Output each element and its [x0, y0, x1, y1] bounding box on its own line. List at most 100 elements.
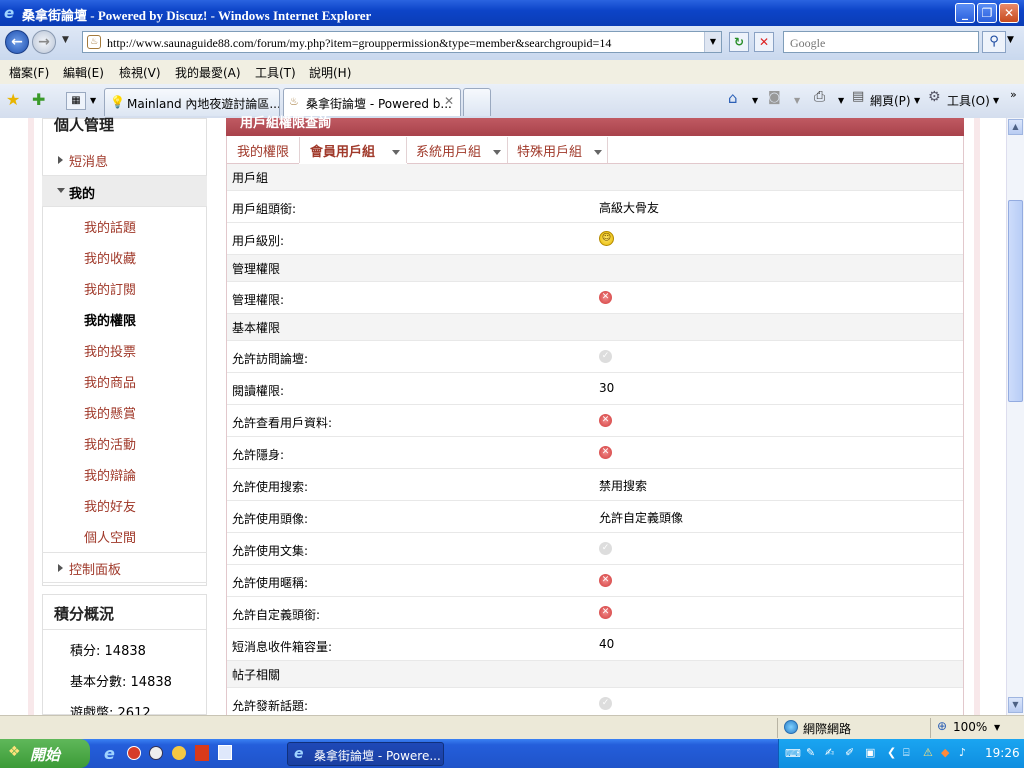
collapse-tray-icon[interactable]: ❮ [887, 746, 896, 759]
feeds-icon[interactable]: ◙ [768, 90, 781, 105]
vertical-scrollbar[interactable]: ▲ ▼ [1006, 118, 1024, 715]
refresh-button[interactable]: ↻ [729, 32, 749, 52]
chevron-down-icon[interactable] [493, 150, 501, 155]
search-options-dropdown[interactable]: ▼ [1007, 35, 1014, 45]
url-text[interactable]: http://www.saunaguide88.com/forum/my.php… [107, 36, 611, 51]
print-icon[interactable]: ⎙ [814, 89, 825, 105]
credits-title: 積分概況 [54, 605, 115, 623]
pen-icon[interactable]: ✎ [806, 746, 815, 759]
tab-special-groups[interactable]: 特殊用戶組 [517, 141, 582, 160]
no-icon: ✕ [599, 606, 612, 619]
sidebar-item-favorites[interactable]: 我的收藏 [84, 248, 136, 267]
permission-label: 管理權限: [232, 293, 285, 307]
sidebar-item-goods[interactable]: 我的商品 [84, 372, 136, 391]
tab-my-permissions[interactable]: 我的權限 [237, 141, 289, 160]
sidebar-item-permissions[interactable]: 我的權限 [84, 310, 136, 329]
new-tab-button[interactable] [463, 88, 491, 116]
scroll-up-icon[interactable]: ▲ [1008, 119, 1023, 135]
page-menu[interactable]: 網頁(P) [870, 92, 911, 109]
scroll-thumb[interactable] [1008, 200, 1023, 402]
chevron-down-icon[interactable] [392, 150, 400, 155]
menu-view[interactable]: 檢視(V) [119, 64, 161, 81]
network-tray-icon[interactable]: ⌸ [903, 746, 910, 760]
print-dropdown[interactable]: ▼ [838, 96, 844, 105]
zoom-level[interactable]: 100% [953, 720, 987, 734]
sidebar-item-mine[interactable]: 我的 [42, 176, 207, 207]
volume-tray-icon[interactable]: ♪ [959, 746, 966, 759]
back-button[interactable]: ← [5, 30, 29, 54]
credit-total: 積分: 14838 [70, 644, 146, 659]
sidebar-item-topics[interactable]: 我的話題 [84, 217, 136, 236]
zoom-dropdown[interactable]: ▼ [994, 723, 1000, 732]
menu-file[interactable]: 檔案(F) [9, 64, 49, 81]
sidebar-item-debates[interactable]: 我的辯論 [84, 465, 136, 484]
screen-tray-icon[interactable]: ▣ [865, 746, 875, 759]
no-icon: ✕ [599, 414, 612, 427]
tab-member-groups[interactable]: 會員用戶組 [310, 141, 375, 160]
section-row [227, 164, 963, 191]
minimize-button[interactable]: _ [955, 3, 975, 23]
ie-quicklaunch-icon[interactable]: e [104, 744, 115, 763]
permission-value: 高級大骨友 [599, 201, 660, 215]
sidebar-item-activities[interactable]: 我的活動 [84, 434, 136, 453]
menu-favorites[interactable]: 我的最愛(A) [175, 64, 241, 81]
sidebar-item-rewards[interactable]: 我的懸賞 [84, 403, 136, 422]
favorites-star-icon[interactable]: ★ [6, 90, 20, 109]
ime-icon[interactable]: ✍ [825, 746, 834, 759]
start-button[interactable]: ❖ 開始 [0, 739, 90, 768]
menu-help[interactable]: 說明(H) [309, 64, 351, 81]
address-dropdown[interactable]: ▼ [704, 32, 721, 52]
close-tab-icon[interactable]: ✕ [444, 94, 454, 108]
add-favorite-icon[interactable]: ✚ [32, 90, 45, 109]
sidebar-item-subscriptions[interactable]: 我的訂閱 [84, 279, 136, 298]
sidebar-item-polls[interactable]: 我的投票 [84, 341, 136, 360]
keyboard-icon[interactable]: ⌨ [785, 747, 801, 760]
zoom-icon[interactable]: ⊕ [937, 719, 947, 733]
sidebar-item-control-panel[interactable]: 控制面板 [42, 552, 207, 583]
address-bar[interactable]: ♨ http://www.saunaguide88.com/forum/my.p… [82, 31, 722, 53]
tab-system-groups[interactable]: 系統用戶組 [416, 141, 481, 160]
stop-button[interactable]: ✕ [754, 32, 774, 52]
sidebar-item-space[interactable]: 個人空間 [84, 527, 136, 546]
more-commands-icon[interactable]: » [1010, 88, 1017, 101]
home-icon[interactable]: ⌂ [728, 89, 738, 107]
recent-pages-dropdown[interactable]: ▼ [62, 35, 69, 45]
sidebar-item-pm[interactable]: 短消息 [42, 145, 207, 176]
search-icon[interactable]: ⚲ [982, 31, 1006, 53]
restore-button[interactable]: ❐ [977, 3, 997, 23]
permission-row [227, 223, 963, 255]
search-input[interactable] [788, 33, 972, 53]
permission-row [227, 629, 963, 661]
taskbar-window-button[interactable]: e 桑拿街論壇 - Powere... [287, 742, 444, 766]
tools-menu[interactable]: 工具(O) [947, 92, 990, 109]
divider [930, 718, 931, 738]
security-tray-icon[interactable]: ◆ [941, 746, 949, 759]
chevron-down-icon[interactable] [594, 150, 602, 155]
player-quicklaunch-icon[interactable] [149, 746, 163, 760]
scroll-down-icon[interactable]: ▼ [1008, 697, 1023, 713]
messenger-quicklaunch-icon[interactable] [172, 746, 186, 760]
tab-list-dropdown[interactable]: ▼ [90, 96, 96, 105]
home-dropdown[interactable]: ▼ [752, 96, 758, 105]
app-quicklaunch-icon[interactable] [195, 745, 209, 761]
chevron-down-icon [57, 188, 65, 193]
permission-label: 允許查看用戶資料: [232, 416, 333, 430]
forward-button[interactable]: → [32, 30, 56, 54]
permission-label: 允許發新話題: [232, 699, 309, 713]
tools-tray-icon[interactable]: ✐ [845, 746, 854, 759]
menu-edit[interactable]: 編輯(E) [63, 64, 104, 81]
sidebar-item-friends[interactable]: 我的好友 [84, 496, 136, 515]
feeds-dropdown[interactable]: ▼ [794, 96, 800, 105]
permission-label: 允許使用搜索: [232, 480, 309, 494]
quick-tabs-icon[interactable]: ▦ [66, 92, 86, 110]
desktop-quicklaunch-icon[interactable] [218, 745, 232, 760]
warning-tray-icon[interactable]: ⚠ [923, 746, 933, 759]
menu-tools[interactable]: 工具(T) [255, 64, 296, 81]
sidebar-item-control-panel-label: 控制面板 [69, 563, 122, 578]
page-dropdown[interactable]: ▼ [914, 96, 920, 105]
search-box[interactable] [783, 31, 979, 53]
tools-dropdown[interactable]: ▼ [993, 96, 999, 105]
section-title: 管理權限 [232, 262, 281, 276]
media-quicklaunch-icon[interactable] [127, 746, 141, 760]
close-button[interactable]: ✕ [999, 3, 1019, 23]
